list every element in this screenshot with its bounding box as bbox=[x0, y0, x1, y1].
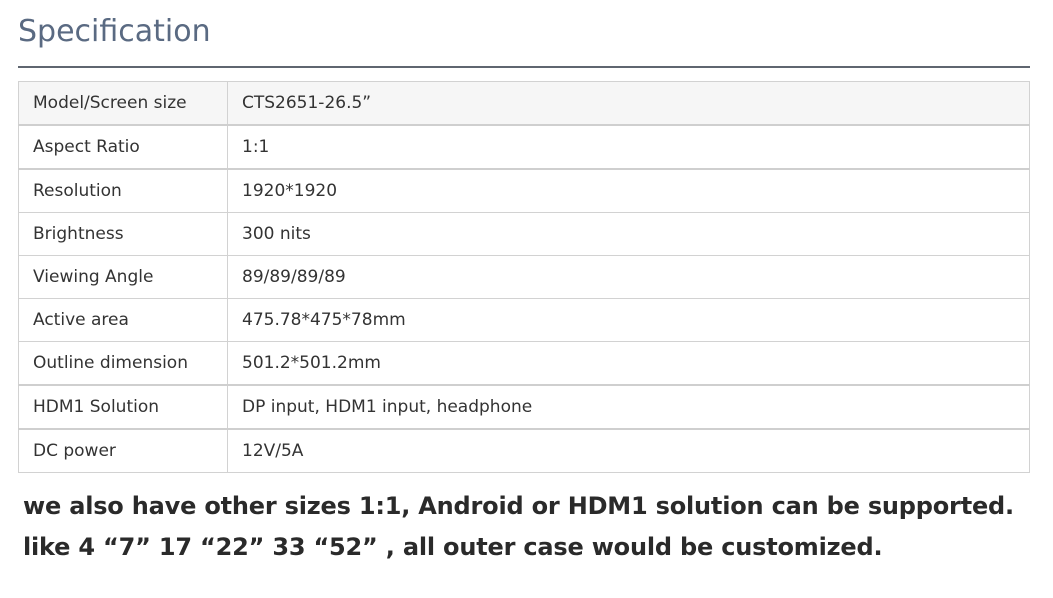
spec-label: Aspect Ratio bbox=[18, 124, 228, 170]
spec-value: 1920*1920 bbox=[227, 168, 1030, 213]
spec-label: HDM1 Solution bbox=[18, 384, 228, 430]
spec-value: 300 nits bbox=[227, 212, 1030, 256]
spec-label: Model/Screen size bbox=[18, 81, 228, 126]
table-row: Resolution 1920*1920 bbox=[18, 168, 1030, 213]
table-row: Active area 475.78*475*78mm bbox=[18, 298, 1030, 342]
table-row: Brightness 300 nits bbox=[18, 212, 1030, 256]
spec-label: Brightness bbox=[18, 212, 228, 256]
specification-table: Model/Screen size CTS2651-26.5” Aspect R… bbox=[18, 81, 1030, 473]
table-row: Aspect Ratio 1:1 bbox=[18, 124, 1030, 170]
spec-value: 475.78*475*78mm bbox=[227, 298, 1030, 342]
spec-label: Viewing Angle bbox=[18, 255, 228, 299]
table-row: DC power 12V/5A bbox=[18, 428, 1030, 473]
table-row: HDM1 Solution DP input, HDM1 input, head… bbox=[18, 384, 1030, 430]
spec-value: 12V/5A bbox=[227, 428, 1030, 473]
title-divider bbox=[18, 66, 1030, 68]
page-title: Specification bbox=[18, 14, 211, 49]
spec-value: 1:1 bbox=[227, 124, 1030, 170]
spec-value: CTS2651-26.5” bbox=[227, 81, 1030, 126]
spec-value: DP input, HDM1 input, headphone bbox=[227, 384, 1030, 430]
table-row: Outline dimension 501.2*501.2mm bbox=[18, 341, 1030, 386]
spec-label: Active area bbox=[18, 298, 228, 342]
customization-note: like 4 “7” 17 “22” 33 “52” , all outer c… bbox=[23, 533, 883, 561]
spec-label: Outline dimension bbox=[18, 341, 228, 386]
spec-label: DC power bbox=[18, 428, 228, 473]
spec-value: 89/89/89/89 bbox=[227, 255, 1030, 299]
spec-value: 501.2*501.2mm bbox=[227, 341, 1030, 386]
table-row: Model/Screen size CTS2651-26.5” bbox=[18, 81, 1030, 126]
table-row: Viewing Angle 89/89/89/89 bbox=[18, 255, 1030, 299]
supported-sizes-note: we also have other sizes 1:1, Android or… bbox=[23, 492, 1014, 520]
spec-label: Resolution bbox=[18, 168, 228, 213]
